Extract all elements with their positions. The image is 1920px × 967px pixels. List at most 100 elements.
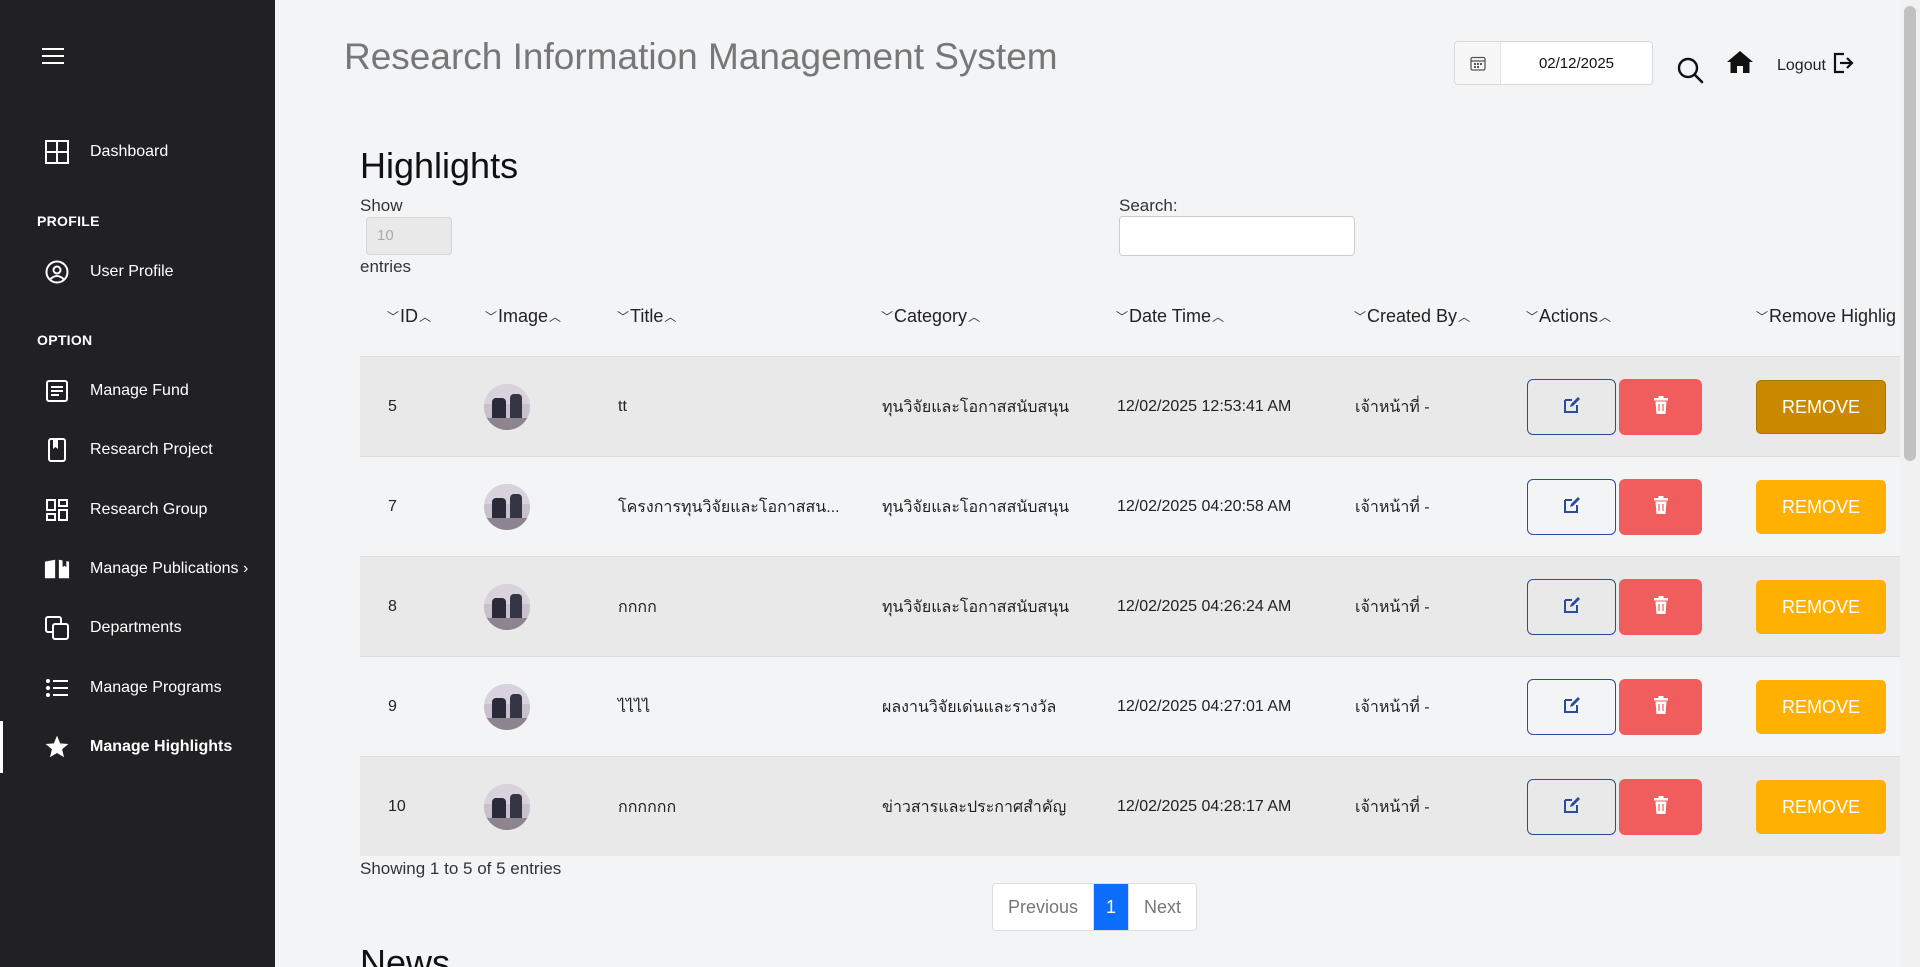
entries-per-page-select[interactable]: 10 <box>366 217 452 255</box>
sort-desc-icon: ﹀ <box>387 310 400 324</box>
column-header-image[interactable]: ﹀ Image ︿ <box>484 306 562 327</box>
table-info: Showing 1 to 5 of 5 entries <box>360 859 562 878</box>
date-value[interactable]: 02/12/2025 <box>1501 42 1652 84</box>
column-header-title[interactable]: ﹀ Title ︿ <box>616 306 677 327</box>
remove-highlight-button[interactable]: REMOVE <box>1756 380 1886 434</box>
cell-created-by: เจ้าหน้าที่ - <box>1355 798 1430 816</box>
home-icon[interactable] <box>1726 50 1754 79</box>
sidebar-item-manage-highlights[interactable]: Manage Highlights <box>0 721 275 773</box>
edit-button[interactable] <box>1527 479 1616 535</box>
cell-title: tt <box>618 398 627 415</box>
sort-asc-icon: ︿ <box>1458 310 1471 324</box>
scrollbar-thumb[interactable] <box>1904 6 1916 461</box>
sort-asc-icon: ︿ <box>1599 310 1612 324</box>
edit-button[interactable] <box>1527 679 1616 735</box>
table-row: 9 ไไไไ ผลงานวิจัยเด่นและรางวัล 12/02/202… <box>360 656 1900 756</box>
cell-id: 10 <box>388 798 406 815</box>
sort-desc-icon: ﹀ <box>617 310 630 324</box>
edit-button[interactable] <box>1527 379 1616 435</box>
cell-datetime: 12/02/2025 04:27:01 AM <box>1117 698 1292 715</box>
grid-icon <box>44 139 70 165</box>
delete-button[interactable] <box>1619 479 1702 535</box>
edit-button[interactable] <box>1527 579 1616 635</box>
copy-squares-icon <box>44 615 70 641</box>
highlight-thumbnail <box>484 384 530 430</box>
highlight-thumbnail <box>484 584 530 630</box>
remove-highlight-button[interactable]: REMOVE <box>1756 480 1886 534</box>
sort-asc-icon: ︿ <box>968 310 981 324</box>
search-icon[interactable] <box>1676 56 1704 89</box>
delete-button[interactable] <box>1619 679 1702 735</box>
sidebar-item-label: User Profile <box>90 263 174 280</box>
sort-desc-icon: ﹀ <box>1116 310 1129 324</box>
cell-id: 8 <box>388 598 397 615</box>
remove-highlight-button[interactable]: REMOVE <box>1756 580 1886 634</box>
cell-datetime: 12/02/2025 04:20:58 AM <box>1117 498 1292 515</box>
entries-label: entries <box>360 257 412 276</box>
sidebar-item-departments[interactable]: Departments <box>0 602 275 654</box>
cell-id: 5 <box>388 398 397 415</box>
cell-image <box>484 657 530 757</box>
bookmark-icon <box>44 437 70 463</box>
sort-desc-icon: ﹀ <box>1354 310 1367 324</box>
cell-id: 9 <box>388 698 397 715</box>
highlight-thumbnail <box>484 684 530 730</box>
remove-highlight-button[interactable]: REMOVE <box>1756 680 1886 734</box>
sidebar-item-label: Manage Publications › <box>90 560 249 577</box>
open-book-icon <box>44 556 70 582</box>
sidebar-item-manage-fund[interactable]: Manage Fund <box>0 365 275 417</box>
sidebar-item-label: Research Group <box>90 501 208 518</box>
trash-icon <box>1653 795 1669 819</box>
sidebar-item-label: Manage Fund <box>90 382 189 399</box>
sidebar-item-dashboard[interactable]: Dashboard <box>0 126 275 178</box>
logout-label: Logout <box>1777 56 1826 74</box>
column-header-datetime[interactable]: ﹀ Date Time ︿ <box>1115 306 1225 327</box>
cell-remove: REMOVE <box>1756 357 1886 457</box>
cell-category: ผลงานวิจัยเด่นและรางวัล <box>882 698 1057 716</box>
sort-desc-icon: ﹀ <box>1756 310 1769 324</box>
calendar-icon[interactable] <box>1455 42 1501 84</box>
column-header-actions[interactable]: ﹀ Actions ︿ <box>1525 306 1612 327</box>
delete-button[interactable] <box>1619 779 1702 835</box>
star-icon <box>44 734 70 760</box>
page-1-button[interactable]: 1 <box>1094 884 1130 930</box>
delete-button[interactable] <box>1619 379 1702 435</box>
column-header-remove-highlight[interactable]: ﹀ Remove Highlig <box>1755 306 1896 327</box>
cell-remove: REMOVE <box>1756 657 1886 757</box>
vertical-scrollbar[interactable] <box>1900 0 1920 967</box>
cell-datetime: 12/02/2025 04:26:24 AM <box>1117 598 1292 615</box>
hamburger-menu-icon[interactable] <box>42 48 64 64</box>
search-input[interactable] <box>1119 216 1355 256</box>
sidebar-item-manage-publications[interactable]: Manage Publications › <box>0 543 275 595</box>
edit-icon <box>1562 595 1582 620</box>
edit-button[interactable] <box>1527 779 1616 835</box>
section-label-profile: PROFILE <box>37 213 100 229</box>
cell-remove: REMOVE <box>1756 557 1886 657</box>
dashboard-tiles-icon <box>44 497 70 523</box>
cell-category: ทุนวิจัยและโอกาสสนับสนุน <box>882 498 1070 516</box>
sort-asc-icon: ︿ <box>549 310 562 324</box>
cell-category: ข่าวสารและประกาศสำคัญ <box>882 798 1067 816</box>
sidebar-item-research-group[interactable]: Research Group <box>0 484 275 536</box>
sidebar-item-label: Research Project <box>90 441 213 458</box>
cell-title: โครงการทุนวิจัยและโอกาสสน... <box>618 498 840 516</box>
sidebar-item-user-profile[interactable]: User Profile <box>0 246 275 298</box>
sidebar-item-research-project[interactable]: Research Project <box>0 424 275 476</box>
column-header-category[interactable]: ﹀ Category ︿ <box>880 306 981 327</box>
cell-created-by: เจ้าหน้าที่ - <box>1355 698 1430 716</box>
highlight-thumbnail <box>484 484 530 530</box>
previous-page-button[interactable]: Previous <box>993 884 1095 930</box>
remove-highlight-button[interactable]: REMOVE <box>1756 780 1886 834</box>
delete-button[interactable] <box>1619 579 1702 635</box>
column-header-id[interactable]: ﹀ ID ︿ <box>386 306 432 327</box>
column-header-created-by[interactable]: ﹀ Created By ︿ <box>1353 306 1471 327</box>
user-circle-icon <box>44 259 70 285</box>
next-page-button[interactable]: Next <box>1129 884 1196 930</box>
edit-icon <box>1562 695 1582 720</box>
cell-title: กกกก <box>618 598 657 616</box>
sort-asc-icon: ︿ <box>664 310 677 324</box>
sidebar-item-manage-programs[interactable]: Manage Programs <box>0 662 275 714</box>
date-picker[interactable]: 02/12/2025 <box>1454 41 1653 85</box>
sort-desc-icon: ﹀ <box>485 310 498 324</box>
logout-button[interactable]: Logout <box>1777 52 1854 79</box>
